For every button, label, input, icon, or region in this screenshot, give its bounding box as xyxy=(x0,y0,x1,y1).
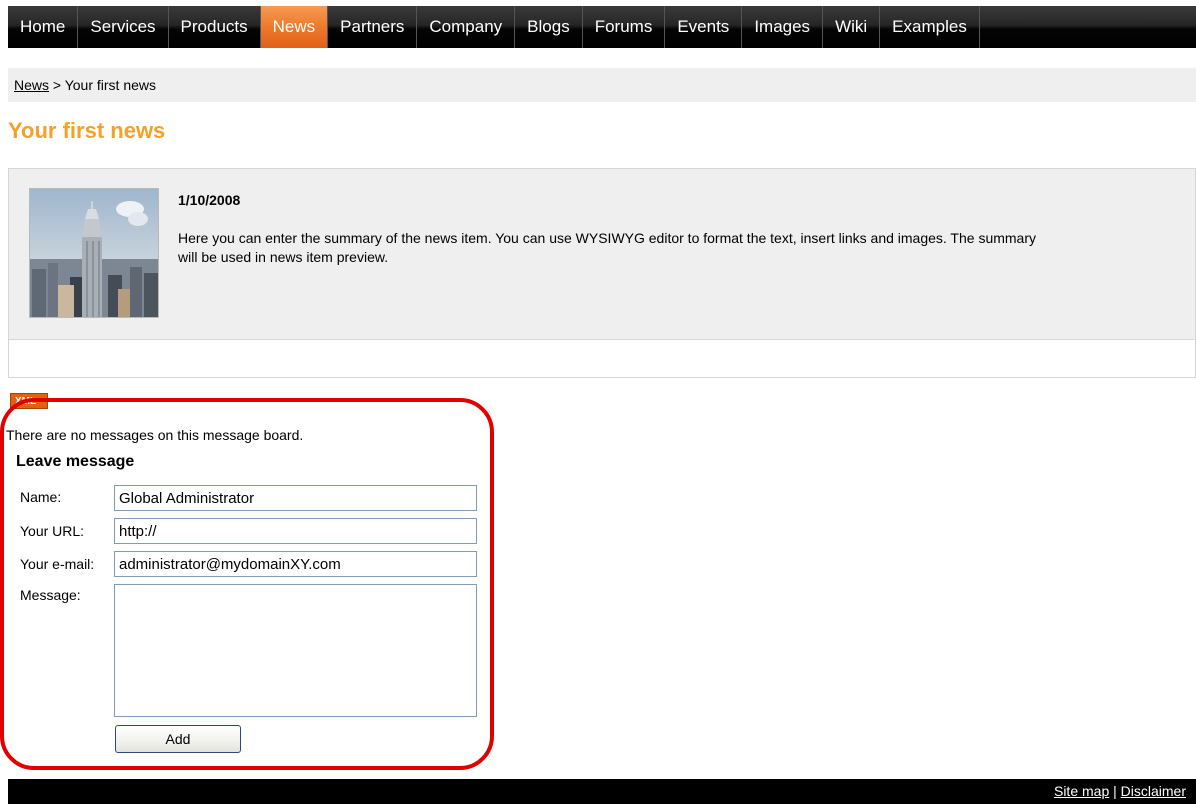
nav-item-news[interactable]: News xyxy=(260,6,329,48)
footer: Site map | Disclaimer xyxy=(8,779,1196,804)
nav-item-blogs[interactable]: Blogs xyxy=(515,6,583,48)
email-field[interactable] xyxy=(114,551,477,577)
footer-link-disclaimer[interactable]: Disclaimer xyxy=(1121,783,1186,799)
nav-item-services[interactable]: Services xyxy=(78,6,169,48)
news-item-content: 1/10/2008 Here you can enter the summary… xyxy=(9,169,1195,340)
page-title: Your first news xyxy=(8,118,166,143)
email-label: Your e-mail: xyxy=(20,556,95,572)
breadcrumb-separator: > xyxy=(49,77,65,93)
breadcrumb-link-news[interactable]: News xyxy=(14,77,49,93)
add-message-button[interactable]: Add xyxy=(115,725,241,753)
news-date: 1/10/2008 xyxy=(178,192,241,208)
nav-item-events[interactable]: Events xyxy=(665,6,743,48)
nav-item-products[interactable]: Products xyxy=(169,6,261,48)
footer-separator: | xyxy=(1109,783,1121,799)
empty-board-message: There are no messages on this message bo… xyxy=(6,427,304,443)
nav-item-company[interactable]: Company xyxy=(417,6,516,48)
skyscraper-photo-icon xyxy=(30,189,158,317)
url-label: Your URL: xyxy=(20,523,85,539)
breadcrumb: News > Your first news xyxy=(8,68,1196,102)
news-item-box: 1/10/2008 Here you can enter the summary… xyxy=(8,168,1196,378)
nav-item-images[interactable]: Images xyxy=(742,6,824,48)
main-navigation: Home Services Products News Partners Com… xyxy=(8,6,1196,48)
message-textarea[interactable] xyxy=(114,584,477,717)
rss-feed-icon[interactable]: XML xyxy=(10,393,48,409)
nav-item-partners[interactable]: Partners xyxy=(328,6,418,48)
nav-item-forums[interactable]: Forums xyxy=(583,6,666,48)
message-label: Message: xyxy=(20,587,81,603)
nav-item-home[interactable]: Home xyxy=(8,6,79,48)
footer-link-sitemap[interactable]: Site map xyxy=(1054,783,1109,799)
name-field[interactable] xyxy=(114,485,477,511)
url-field[interactable] xyxy=(114,518,477,544)
name-label: Name: xyxy=(20,489,62,505)
news-thumbnail-image[interactable] xyxy=(29,188,159,318)
nav-item-examples[interactable]: Examples xyxy=(880,6,980,48)
news-summary: Here you can enter the summary of the ne… xyxy=(178,230,1037,265)
nav-item-wiki[interactable]: Wiki xyxy=(823,6,881,48)
leave-message-heading: Leave message xyxy=(16,453,135,470)
breadcrumb-current: Your first news xyxy=(64,77,157,93)
